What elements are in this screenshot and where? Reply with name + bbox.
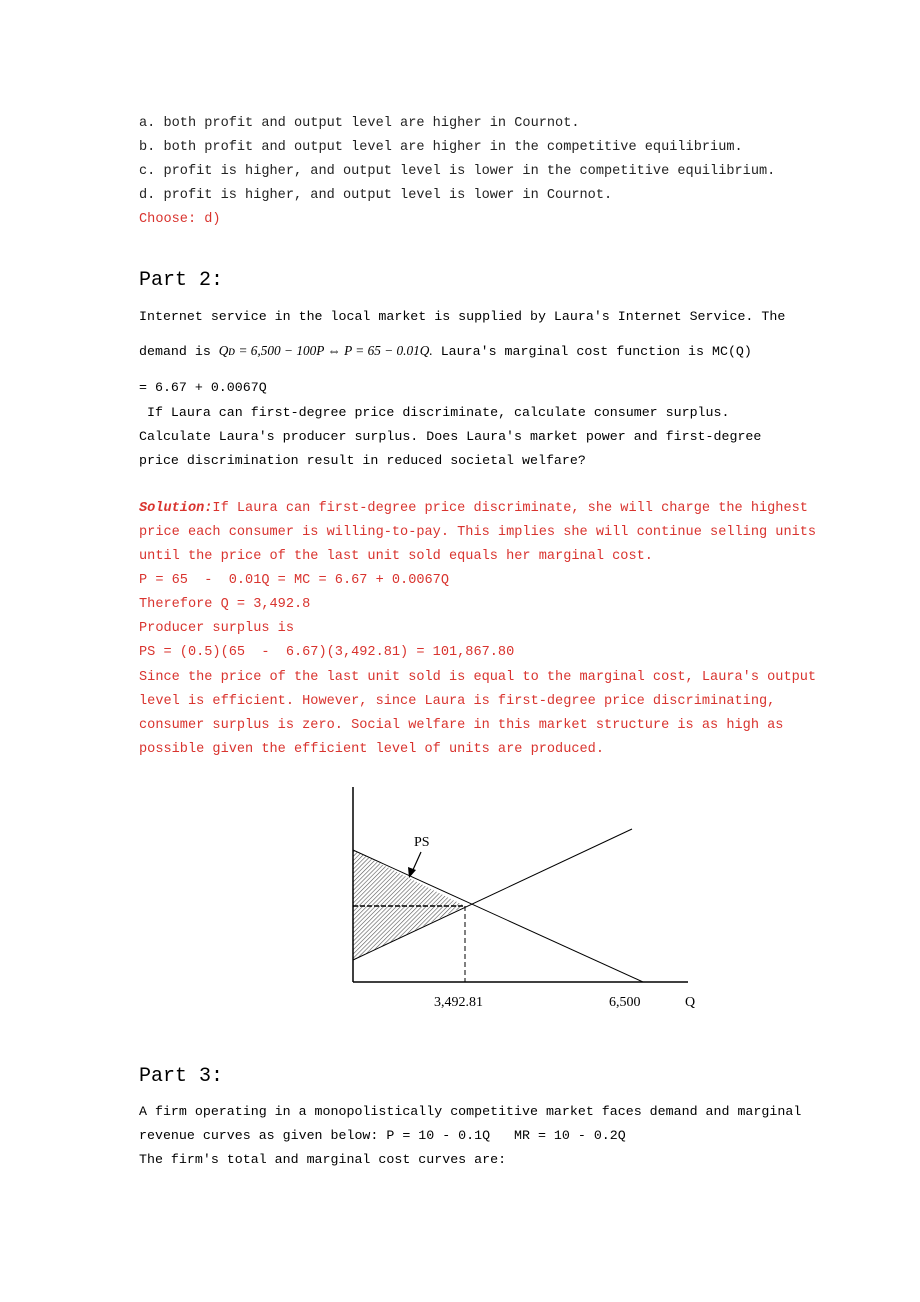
question-line: The firm's total and marginal cost curve… (139, 1152, 507, 1167)
producer-surplus-area (353, 850, 465, 960)
question-line: revenue curves as given below: P = 10 - … (139, 1128, 626, 1143)
ps-arrow (411, 851, 422, 873)
document-page: a. both profit and output level are high… (0, 0, 920, 1302)
question-line: A firm operating in a monopolistically c… (139, 1104, 802, 1119)
x-axis-label: Q (685, 995, 695, 1010)
q-star-label: 3,492.81 (434, 995, 483, 1010)
part3-heading: Part 3: (139, 1065, 224, 1088)
ps-label: PS (414, 835, 430, 850)
q-max-label: 6,500 (609, 995, 641, 1010)
